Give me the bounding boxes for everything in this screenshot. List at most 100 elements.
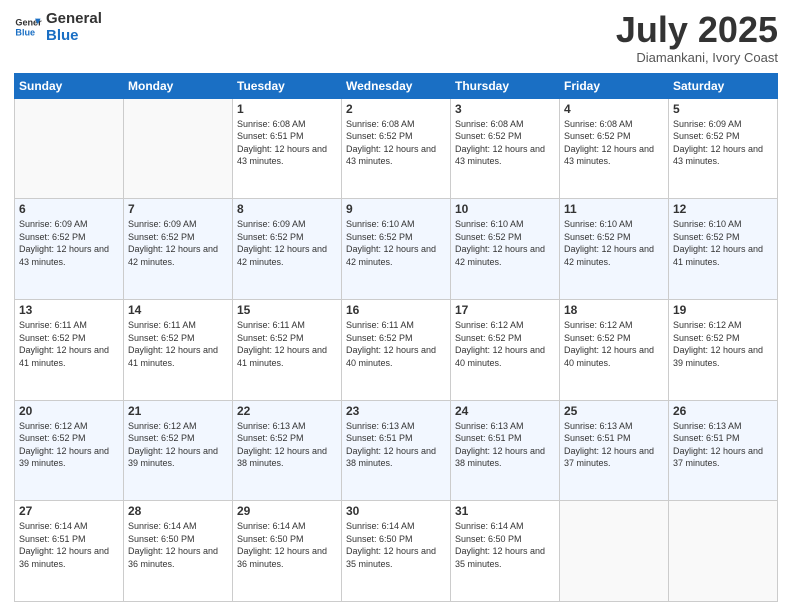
day-number: 25: [564, 404, 664, 418]
calendar-cell: 31Sunrise: 6:14 AMSunset: 6:50 PMDayligh…: [451, 501, 560, 602]
day-info: Sunrise: 6:11 AMSunset: 6:52 PMDaylight:…: [346, 319, 446, 369]
calendar-cell: 26 Sunrise: 6:13 AMSunset: 6:51 PMDayligh…: [669, 400, 778, 501]
day-number: 8: [237, 202, 337, 216]
day-info: Sunrise: 6:08 AMSunset: 6:52 PMDaylight:…: [346, 118, 446, 168]
day-info: Sunrise: 6:13 AMSunset: 6:52 PMDaylight:…: [237, 420, 337, 470]
calendar-week-row: 27 Sunrise: 6:14 AMSunset: 6:51 PMDayligh…: [15, 501, 778, 602]
calendar-cell: 20 Sunrise: 6:12 AMSunset: 6:52 PMDayligh…: [15, 400, 124, 501]
calendar-cell: 12Sunrise: 6:10 AMSunset: 6:52 PMDayligh…: [669, 199, 778, 300]
day-info: Sunrise: 6:12 AMSunset: 6:52 PMDaylight:…: [19, 420, 119, 470]
weekday-header: Sunday: [15, 73, 124, 98]
day-info: Sunrise: 6:08 AMSunset: 6:52 PMDaylight:…: [455, 118, 555, 168]
calendar-cell: 4 Sunrise: 6:08 AMSunset: 6:52 PMDaylight…: [560, 98, 669, 199]
calendar-cell: 25 Sunrise: 6:13 AMSunset: 6:51 PMDayligh…: [560, 400, 669, 501]
day-info: Sunrise: 6:13 AMSunset: 6:51 PMDaylight:…: [455, 420, 555, 470]
day-info: Sunrise: 6:11 AMSunset: 6:52 PMDaylight:…: [128, 319, 228, 369]
day-info: Sunrise: 6:14 AMSunset: 6:50 PMDaylight:…: [455, 520, 555, 570]
day-number: 22: [237, 404, 337, 418]
calendar-cell: 3Sunrise: 6:08 AMSunset: 6:52 PMDaylight…: [451, 98, 560, 199]
day-info: Sunrise: 6:10 AMSunset: 6:52 PMDaylight:…: [455, 218, 555, 268]
day-info: Sunrise: 6:14 AMSunset: 6:50 PMDaylight:…: [237, 520, 337, 570]
page-header: General Blue General Blue July 2025 Diam…: [14, 10, 778, 65]
calendar-cell: 13 Sunrise: 6:11 AMSunset: 6:52 PMDayligh…: [15, 299, 124, 400]
logo-general: General: [46, 10, 102, 27]
day-number: 24: [455, 404, 555, 418]
day-number: 5: [673, 102, 773, 116]
day-number: 14: [128, 303, 228, 317]
day-number: 6: [19, 202, 119, 216]
calendar-cell: 9 Sunrise: 6:10 AMSunset: 6:52 PMDaylight…: [342, 199, 451, 300]
day-number: 2: [346, 102, 446, 116]
calendar-cell: 6 Sunrise: 6:09 AMSunset: 6:52 PMDaylight…: [15, 199, 124, 300]
day-info: Sunrise: 6:11 AMSunset: 6:52 PMDaylight:…: [19, 319, 119, 369]
logo-blue: Blue: [46, 27, 102, 44]
day-info: Sunrise: 6:11 AMSunset: 6:52 PMDaylight:…: [237, 319, 337, 369]
day-info: Sunrise: 6:12 AMSunset: 6:52 PMDaylight:…: [673, 319, 773, 369]
calendar-cell: 24 Sunrise: 6:13 AMSunset: 6:51 PMDayligh…: [451, 400, 560, 501]
calendar-cell: 14 Sunrise: 6:11 AMSunset: 6:52 PMDayligh…: [124, 299, 233, 400]
day-info: Sunrise: 6:09 AMSunset: 6:52 PMDaylight:…: [673, 118, 773, 168]
calendar-cell: 18 Sunrise: 6:12 AMSunset: 6:52 PMDayligh…: [560, 299, 669, 400]
calendar-cell: [124, 98, 233, 199]
calendar-cell: 15 Sunrise: 6:11 AMSunset: 6:52 PMDayligh…: [233, 299, 342, 400]
weekday-header: Friday: [560, 73, 669, 98]
day-number: 28: [128, 504, 228, 518]
day-info: Sunrise: 6:14 AMSunset: 6:50 PMDaylight:…: [346, 520, 446, 570]
weekday-header: Tuesday: [233, 73, 342, 98]
day-number: 15: [237, 303, 337, 317]
calendar-cell: 2 Sunrise: 6:08 AMSunset: 6:52 PMDaylight…: [342, 98, 451, 199]
calendar-cell: [560, 501, 669, 602]
day-info: Sunrise: 6:13 AMSunset: 6:51 PMDaylight:…: [564, 420, 664, 470]
day-info: Sunrise: 6:13 AMSunset: 6:51 PMDaylight:…: [673, 420, 773, 470]
day-number: 26: [673, 404, 773, 418]
day-info: Sunrise: 6:09 AMSunset: 6:52 PMDaylight:…: [128, 218, 228, 268]
calendar-week-row: 20 Sunrise: 6:12 AMSunset: 6:52 PMDayligh…: [15, 400, 778, 501]
day-info: Sunrise: 6:08 AMSunset: 6:51 PMDaylight:…: [237, 118, 337, 168]
calendar-cell: 1 Sunrise: 6:08 AMSunset: 6:51 PMDaylight…: [233, 98, 342, 199]
day-number: 29: [237, 504, 337, 518]
calendar-cell: [669, 501, 778, 602]
day-number: 10: [455, 202, 555, 216]
day-number: 7: [128, 202, 228, 216]
day-number: 9: [346, 202, 446, 216]
calendar-cell: 7 Sunrise: 6:09 AMSunset: 6:52 PMDaylight…: [124, 199, 233, 300]
location-subtitle: Diamankani, Ivory Coast: [616, 50, 778, 65]
day-info: Sunrise: 6:09 AMSunset: 6:52 PMDaylight:…: [19, 218, 119, 268]
calendar-cell: 28Sunrise: 6:14 AMSunset: 6:50 PMDayligh…: [124, 501, 233, 602]
weekday-header-row: SundayMondayTuesdayWednesdayThursdayFrid…: [15, 73, 778, 98]
day-info: Sunrise: 6:10 AMSunset: 6:52 PMDaylight:…: [673, 218, 773, 268]
day-number: 4: [564, 102, 664, 116]
day-number: 20: [19, 404, 119, 418]
calendar-cell: 17Sunrise: 6:12 AMSunset: 6:52 PMDayligh…: [451, 299, 560, 400]
calendar-cell: 27 Sunrise: 6:14 AMSunset: 6:51 PMDayligh…: [15, 501, 124, 602]
day-info: Sunrise: 6:12 AMSunset: 6:52 PMDaylight:…: [564, 319, 664, 369]
day-number: 11: [564, 202, 664, 216]
day-number: 1: [237, 102, 337, 116]
month-title: July 2025: [616, 10, 778, 50]
logo-icon: General Blue: [14, 13, 42, 41]
day-info: Sunrise: 6:14 AMSunset: 6:51 PMDaylight:…: [19, 520, 119, 570]
calendar-week-row: 13 Sunrise: 6:11 AMSunset: 6:52 PMDayligh…: [15, 299, 778, 400]
calendar-week-row: 1 Sunrise: 6:08 AMSunset: 6:51 PMDaylight…: [15, 98, 778, 199]
day-number: 13: [19, 303, 119, 317]
calendar-cell: [15, 98, 124, 199]
svg-text:Blue: Blue: [15, 28, 35, 38]
weekday-header: Wednesday: [342, 73, 451, 98]
day-info: Sunrise: 6:08 AMSunset: 6:52 PMDaylight:…: [564, 118, 664, 168]
calendar-cell: 21 Sunrise: 6:12 AMSunset: 6:52 PMDayligh…: [124, 400, 233, 501]
calendar-cell: 22 Sunrise: 6:13 AMSunset: 6:52 PMDayligh…: [233, 400, 342, 501]
calendar-cell: 29 Sunrise: 6:14 AMSunset: 6:50 PMDayligh…: [233, 501, 342, 602]
day-number: 18: [564, 303, 664, 317]
day-info: Sunrise: 6:09 AMSunset: 6:52 PMDaylight:…: [237, 218, 337, 268]
calendar-cell: 11Sunrise: 6:10 AMSunset: 6:52 PMDayligh…: [560, 199, 669, 300]
day-number: 30: [346, 504, 446, 518]
calendar-cell: 30 Sunrise: 6:14 AMSunset: 6:50 PMDayligh…: [342, 501, 451, 602]
calendar-cell: 5 Sunrise: 6:09 AMSunset: 6:52 PMDaylight…: [669, 98, 778, 199]
day-info: Sunrise: 6:10 AMSunset: 6:52 PMDaylight:…: [346, 218, 446, 268]
day-number: 27: [19, 504, 119, 518]
day-info: Sunrise: 6:12 AMSunset: 6:52 PMDaylight:…: [128, 420, 228, 470]
weekday-header: Monday: [124, 73, 233, 98]
logo: General Blue General Blue: [14, 10, 102, 45]
day-number: 19: [673, 303, 773, 317]
day-number: 21: [128, 404, 228, 418]
